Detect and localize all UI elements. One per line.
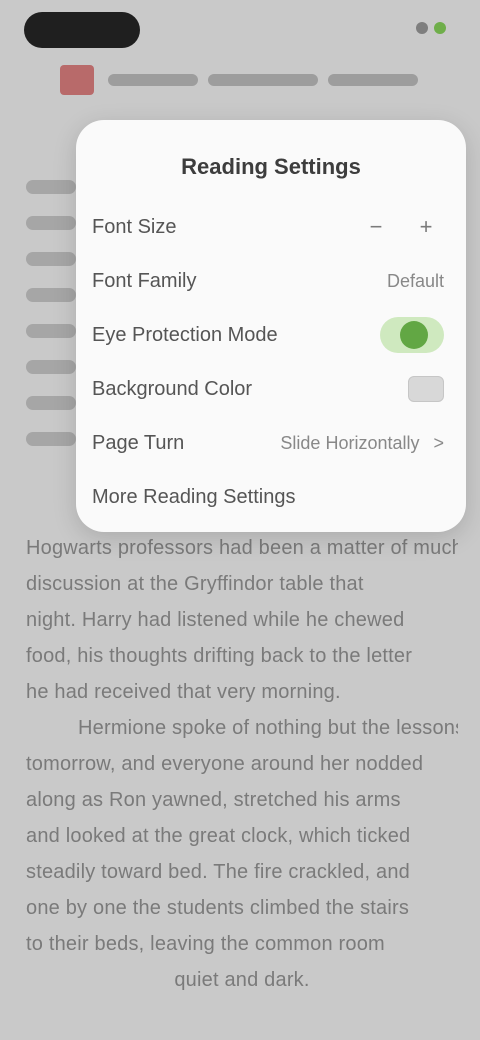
- eye-protection-label: Eye Protection Mode: [92, 323, 278, 346]
- header-text-bar: [328, 74, 418, 86]
- body-line: and looked at the great clock, which tic…: [26, 825, 411, 847]
- body-line: along as Ron yawned, stretched his arms: [26, 789, 401, 811]
- body-line: quiet and dark.: [174, 969, 310, 991]
- body-line: night. Harry had listened while he chewe…: [26, 609, 405, 631]
- body-line: Hermione spoke of nothing but the lesson…: [78, 717, 458, 739]
- text-stub: [26, 180, 76, 194]
- chevron-right-icon: >: [433, 432, 444, 453]
- header-text-bar: [108, 74, 198, 86]
- font-family-label: Font Family: [92, 269, 197, 292]
- status-bar: [0, 0, 480, 64]
- body-line: food, his thoughts drifting back to the …: [26, 645, 413, 667]
- body-line: one by one the students climbed the stai…: [26, 897, 410, 919]
- reader-body: Hogwarts professors had been a matter of…: [26, 530, 458, 998]
- font-size-row: Font Size − +: [76, 200, 466, 254]
- status-indicators: [416, 22, 446, 34]
- reader-header: [60, 62, 440, 98]
- text-stub: [26, 252, 76, 266]
- toggle-knob: [400, 321, 428, 349]
- font-size-stepper: − +: [358, 211, 444, 243]
- modal-title: Reading Settings: [181, 154, 361, 179]
- eye-protection-toggle-wrap: [380, 317, 444, 353]
- ad-icon[interactable]: [60, 65, 94, 95]
- text-stub: [26, 360, 76, 374]
- font-family-row[interactable]: Font Family Default: [76, 254, 466, 308]
- battery-icon: [434, 22, 446, 34]
- font-size-label: Font Size: [92, 215, 177, 238]
- background-color-swatch[interactable]: [408, 376, 444, 402]
- more-settings-label: More Reading Settings: [92, 485, 296, 508]
- background-swatch-wrap: [408, 376, 444, 402]
- text-stub: [26, 288, 76, 302]
- text-stub: [26, 432, 76, 446]
- body-line: Hogwarts professors had been a matter of…: [26, 537, 458, 559]
- font-family-value: Default: [386, 270, 444, 291]
- background-color-row: Background Color: [76, 362, 466, 416]
- header-placeholder: [108, 74, 440, 86]
- body-line: to their beds, leaving the common room: [26, 933, 385, 955]
- reading-settings-modal: Reading Settings Font Size − + Font Fami…: [76, 120, 466, 532]
- header-text-bar: [208, 74, 318, 86]
- font-decrease-button[interactable]: −: [358, 211, 394, 243]
- body-line: discussion at the Gryffindor table that: [26, 573, 364, 595]
- background-color-label: Background Color: [92, 377, 253, 400]
- body-line: tomorrow, and everyone around her nodded: [26, 753, 424, 775]
- eye-protection-toggle[interactable]: [380, 317, 444, 353]
- page-turn-row[interactable]: Page Turn Slide Horizontally >: [76, 416, 466, 470]
- body-line: he had received that very morning.: [26, 681, 341, 703]
- page-turn-value: Slide Horizontally: [280, 432, 420, 453]
- background-text-stubs: [26, 180, 76, 468]
- page-turn-label: Page Turn: [92, 431, 185, 454]
- font-increase-button[interactable]: +: [408, 211, 444, 243]
- body-line: steadily toward bed. The fire crackled, …: [26, 861, 410, 883]
- text-stub: [26, 396, 76, 410]
- signal-icon: [416, 22, 428, 34]
- status-pill: [24, 12, 140, 48]
- page-turn-value-wrap: Slide Horizontally >: [280, 433, 444, 454]
- font-family-value-wrap: Default: [387, 271, 444, 292]
- eye-protection-row: Eye Protection Mode: [76, 308, 466, 362]
- text-stub: [26, 324, 76, 338]
- text-stub: [26, 216, 76, 230]
- more-settings-row[interactable]: More Reading Settings: [76, 470, 466, 524]
